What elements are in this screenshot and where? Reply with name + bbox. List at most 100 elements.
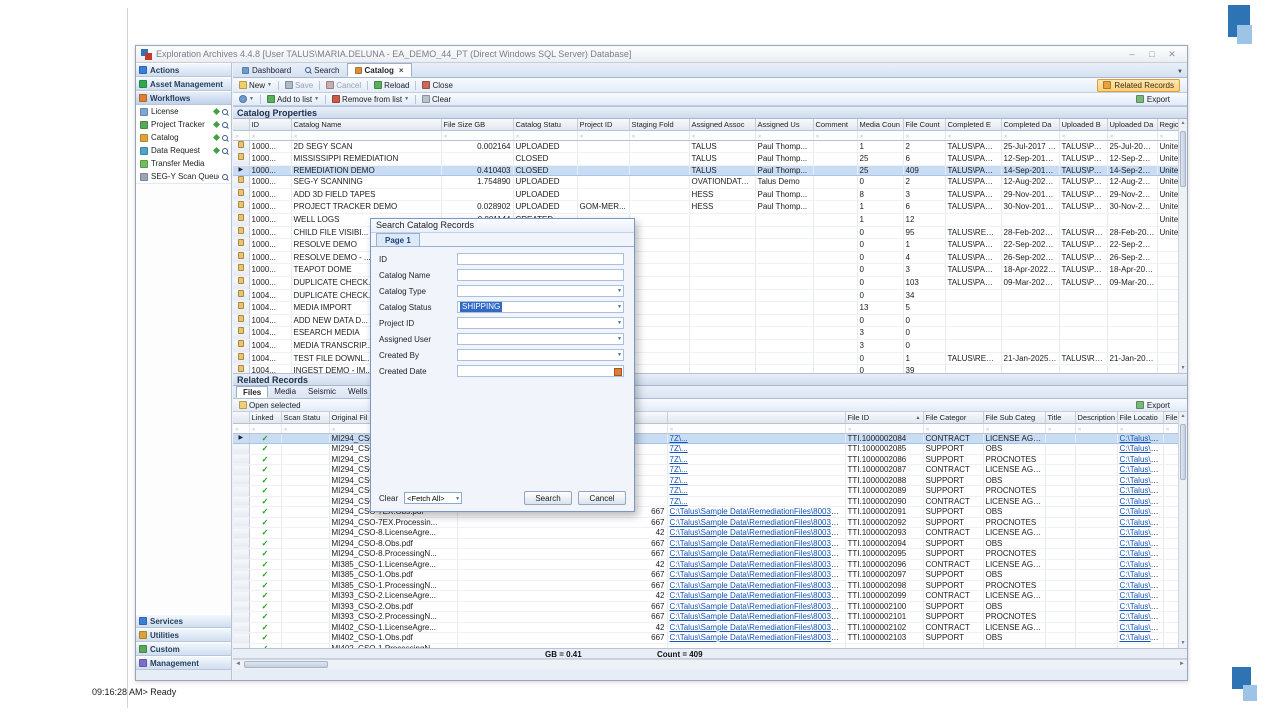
file-path-link[interactable]: C:\Talus\Sa...	[1120, 591, 1164, 600]
sidebar-section-custom[interactable]: Custom	[136, 642, 231, 656]
column-header-uploaded-b[interactable]: Uploaded B	[1059, 119, 1107, 130]
column-header-project-id[interactable]: Project ID	[577, 119, 629, 130]
tab-search[interactable]: Search	[298, 63, 346, 77]
file-path-link[interactable]: C:\Talus\Sample Data\RemediationFiles\80…	[670, 570, 846, 579]
sidebar-section-actions[interactable]: Actions	[136, 63, 231, 77]
file-path-link[interactable]: 7Z\...	[670, 455, 688, 464]
minimize-icon[interactable]: –	[1122, 47, 1142, 62]
filter-cell[interactable]	[249, 130, 291, 140]
sidebar-section-utilities[interactable]: Utilities	[136, 628, 231, 642]
project-id-input[interactable]: ▼	[457, 317, 624, 329]
file-path-link[interactable]: C:\Talus\Sample Data\RemediationFiles\80…	[670, 623, 846, 632]
search-icon[interactable]	[222, 174, 228, 180]
table-row[interactable]: ✓MI294_CSO-8.Obs.pdf667C:\Talus\Sample D…	[233, 538, 1187, 549]
tab-dashboard[interactable]: Dashboard	[235, 63, 298, 77]
dialog-tab-page1[interactable]: Page 1	[376, 233, 420, 246]
search-icon[interactable]	[222, 109, 228, 115]
file-path-link[interactable]: 7Z\...	[670, 434, 688, 443]
filter-cell[interactable]	[1001, 130, 1059, 140]
pin-icon[interactable]	[213, 121, 220, 128]
scroll-up-icon[interactable]: ▲	[1179, 412, 1187, 421]
column-header-file-count[interactable]: File Count	[903, 119, 945, 130]
search-icon[interactable]	[222, 135, 228, 141]
filter-cell[interactable]	[983, 423, 1045, 433]
remove-from-list-button[interactable]: Remove from list▼	[329, 95, 412, 104]
pin-icon[interactable]	[213, 108, 220, 115]
sidebar-item-seg-y-scan-queue[interactable]: SEG-Y Scan Queue	[136, 170, 231, 183]
column-header-completed-e[interactable]: Completed E	[945, 119, 1001, 130]
column-header-file-id[interactable]: File ID▲	[845, 412, 923, 423]
file-path-link[interactable]: C:\Talus\Sa...	[1120, 549, 1164, 558]
maximize-icon[interactable]: □	[1142, 47, 1162, 62]
tab-catalog[interactable]: Catalog×	[347, 63, 412, 77]
catalog-vertical-scrollbar[interactable]: ▲ ▼	[1178, 119, 1187, 373]
scroll-thumb[interactable]	[1180, 424, 1186, 480]
table-row[interactable]: ✓MI393_CSO-2.ProcessingN...667C:\Talus\S…	[233, 612, 1187, 623]
file-path-link[interactable]: C:\Talus\Sa...	[1120, 570, 1164, 579]
clear-button[interactable]: Clear	[419, 95, 454, 104]
scroll-down-icon[interactable]: ▼	[1179, 364, 1187, 373]
filter-cell[interactable]	[903, 130, 945, 140]
files-vertical-scrollbar[interactable]: ▲ ▼	[1178, 412, 1187, 648]
column-header-comment[interactable]: Comment	[813, 119, 857, 130]
filter-cell[interactable]	[233, 130, 249, 140]
scroll-right-icon[interactable]: ►	[1177, 660, 1187, 669]
scroll-thumb[interactable]	[244, 661, 328, 668]
file-path-link[interactable]: C:\Talus\Sample Data\RemediationFiles\80…	[670, 528, 846, 537]
column-header-title[interactable]: Title	[1045, 412, 1075, 423]
column-header-description[interactable]: Description	[1075, 412, 1117, 423]
file-path-link[interactable]: C:\Talus\Sample Data\RemediationFiles\80…	[670, 581, 846, 590]
filter-cell[interactable]	[667, 423, 845, 433]
add-to-list-button[interactable]: Add to list▼	[264, 95, 322, 104]
table-row[interactable]: ✓MI385_CSO-1.LicenseAgre...42C:\Talus\Sa…	[233, 559, 1187, 570]
table-row[interactable]: ✓MI393_CSO-2.Obs.pdf667C:\Talus\Sample D…	[233, 601, 1187, 612]
sidebar-item-data-request[interactable]: Data Request	[136, 144, 231, 157]
file-path-link[interactable]: C:\Talus\Sample Data\RemediationFiles\80…	[670, 602, 846, 611]
table-row[interactable]: ✓MI393_CSO-2.LicenseAgre...42C:\Talus\Sa…	[233, 591, 1187, 602]
column-header-linked[interactable]: Linked	[249, 412, 281, 423]
sidebar-item-project-tracker[interactable]: Project Tracker	[136, 118, 231, 131]
export-button-related[interactable]: Export	[1136, 401, 1170, 410]
filter-cell[interactable]	[281, 423, 329, 433]
table-row[interactable]: ▶1000...REMEDIATION DEMO0.410403CLOSEDTA…	[233, 165, 1187, 176]
file-path-link[interactable]: C:\Talus\Sample Data\RemediationFiles\80…	[670, 549, 846, 558]
column-header-staging-fold[interactable]: Staging Fold	[629, 119, 689, 130]
column-header-scan-statu[interactable]: Scan Statu	[281, 412, 329, 423]
table-row[interactable]: ✓MI294_CSO-8.ProcessingN...667C:\Talus\S…	[233, 549, 1187, 560]
chevron-down-icon[interactable]: ▼	[617, 288, 622, 294]
scroll-up-icon[interactable]: ▲	[1179, 119, 1187, 128]
filter-cell[interactable]	[291, 130, 441, 140]
table-row[interactable]: 1000...SEG-Y SCANNING1.754890UPLOADEDOVA…	[233, 176, 1187, 189]
sidebar-section-workflows[interactable]: Workflows	[136, 91, 231, 105]
sidebar-item-catalog[interactable]: Catalog	[136, 131, 231, 144]
sidebar-section-management[interactable]: Management	[136, 656, 231, 670]
chevron-down-icon[interactable]: ▼	[617, 352, 622, 358]
chevron-down-icon[interactable]: ▼	[617, 320, 622, 326]
sidebar-section-asset-management[interactable]: Asset Management	[136, 77, 231, 91]
file-path-link[interactable]: C:\Talus\Sample Data\RemediationFiles\80…	[670, 591, 846, 600]
assigned-user-input[interactable]: ▼	[457, 333, 624, 345]
column-header-uploaded-da[interactable]: Uploaded Da	[1107, 119, 1157, 130]
column-header-media-coun[interactable]: Media Coun	[857, 119, 903, 130]
filter-cell[interactable]	[1117, 423, 1163, 433]
file-path-link[interactable]: C:\Talus\Sa...	[1120, 518, 1164, 527]
file-path-link[interactable]: C:\Talus\Sample Data\RemediationFiles\80…	[670, 633, 846, 642]
pin-icon[interactable]	[213, 134, 220, 141]
search-icon[interactable]	[222, 148, 228, 154]
related-records-button[interactable]: Related Records	[1097, 79, 1180, 92]
file-path-link[interactable]: C:\Talus\Sa...	[1120, 476, 1164, 485]
dialog-title[interactable]: Search Catalog Records	[371, 219, 634, 233]
column-header-catalog-statu[interactable]: Catalog Statu	[513, 119, 577, 130]
table-row[interactable]: ✓MI402_CSO-1.LicenseAgre...42C:\Talus\Sa…	[233, 622, 1187, 633]
file-path-link[interactable]: C:\Talus\Sample Data\RemediationFiles\80…	[670, 507, 846, 516]
file-path-link[interactable]: C:\Talus\Sa...	[1120, 486, 1164, 495]
save-button[interactable]: Save	[282, 81, 316, 90]
search-icon[interactable]	[222, 122, 228, 128]
cancel-button[interactable]: Cancel	[578, 491, 626, 505]
created-date-input[interactable]	[457, 365, 624, 377]
catalog-name-input[interactable]	[457, 269, 624, 281]
related-tab-wells[interactable]: Wells	[342, 386, 373, 398]
related-tab-seismic[interactable]: Seismic	[302, 386, 342, 398]
file-path-link[interactable]: C:\Talus\Sa...	[1120, 455, 1164, 464]
close-icon[interactable]: ×	[399, 66, 404, 75]
